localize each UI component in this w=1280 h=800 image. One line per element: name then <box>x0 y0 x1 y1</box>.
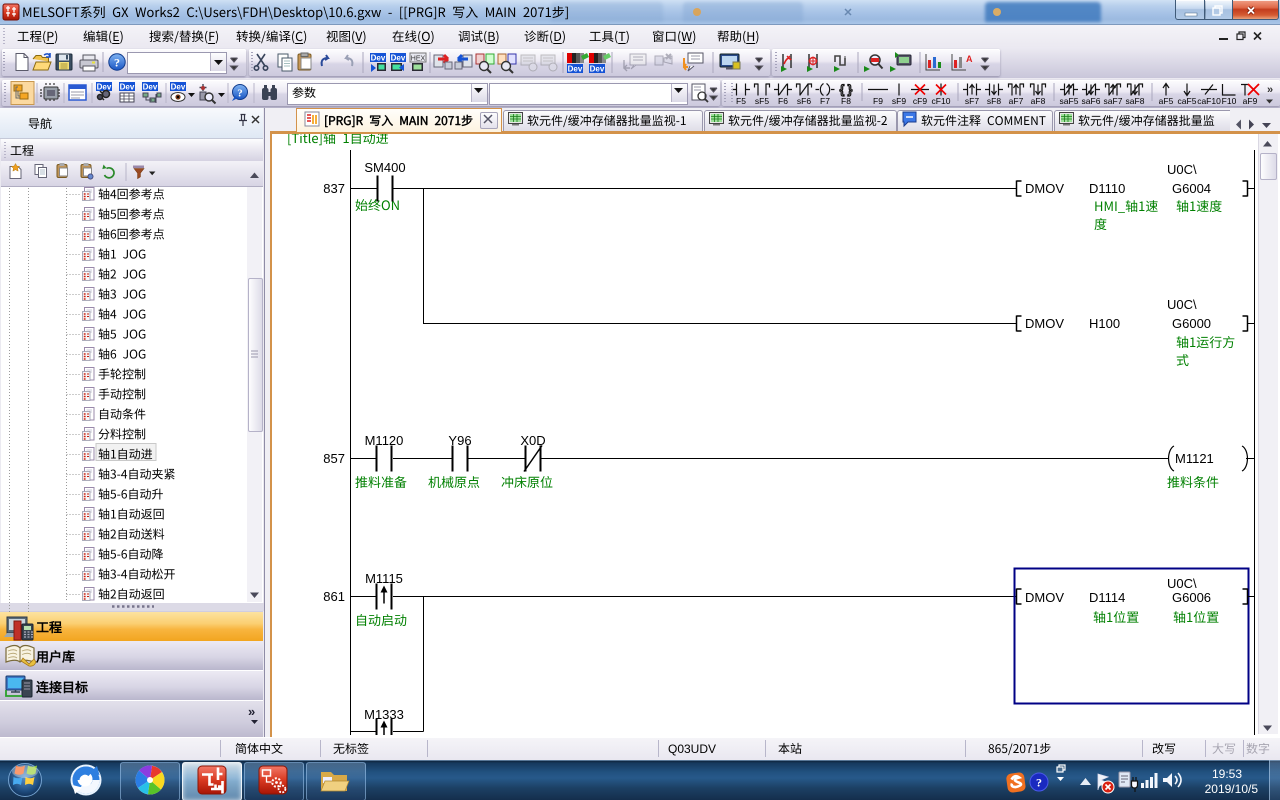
svg-text:837: 837 <box>323 181 345 196</box>
svg-text:G6004: G6004 <box>1172 181 1211 196</box>
svg-text:?: ? <box>1036 776 1042 790</box>
svg-text:caF5: caF5 <box>1178 96 1197 106</box>
svg-text:857: 857 <box>323 451 345 466</box>
svg-text:M1120: M1120 <box>365 433 404 448</box>
svg-text:aF5: aF5 <box>1159 96 1174 106</box>
svg-text:sF8: sF8 <box>987 96 1001 106</box>
svg-text:F7: F7 <box>820 96 830 106</box>
svg-text:?: ? <box>114 56 120 70</box>
svg-text:»: » <box>248 704 255 719</box>
svg-text:G6006: G6006 <box>1172 590 1211 605</box>
svg-text:»: » <box>1267 84 1273 96</box>
svg-text:D1110: D1110 <box>1089 181 1125 196</box>
svg-text:saF6: saF6 <box>1082 96 1101 106</box>
svg-text:F5: F5 <box>736 96 746 106</box>
svg-text:sF6: sF6 <box>797 96 811 106</box>
svg-text:M1333: M1333 <box>364 707 404 722</box>
svg-text:F9: F9 <box>873 96 883 106</box>
svg-text:sF7: sF7 <box>965 96 979 106</box>
svg-text:saF7: saF7 <box>1104 96 1123 106</box>
svg-text:DMOV: DMOV <box>1025 590 1064 605</box>
svg-text:saF5: saF5 <box>1060 96 1079 106</box>
svg-text:caF10: caF10 <box>1197 96 1221 106</box>
svg-text:aF9: aF9 <box>1243 96 1258 106</box>
svg-text:F8: F8 <box>841 96 851 106</box>
svg-text:DMOV: DMOV <box>1025 181 1064 196</box>
svg-text:saF8: saF8 <box>1126 96 1145 106</box>
svg-text:H100: H100 <box>1089 316 1120 331</box>
svg-text:F10: F10 <box>1222 96 1237 106</box>
svg-text:{ }: { } <box>840 83 853 97</box>
svg-text:U0C\: U0C\ <box>1167 297 1197 312</box>
svg-text:aF8: aF8 <box>1031 96 1046 106</box>
svg-text:cF10: cF10 <box>932 96 951 106</box>
svg-text:U0C\: U0C\ <box>1167 576 1197 591</box>
svg-text:M1121: M1121 <box>1175 451 1214 466</box>
svg-text:G6000: G6000 <box>1172 316 1211 331</box>
svg-text:HEX: HEX <box>411 56 426 63</box>
svg-text:2019/10/5: 2019/10/5 <box>1205 782 1259 796</box>
svg-text:M1115: M1115 <box>365 571 403 586</box>
svg-text:Q03UDV: Q03UDV <box>668 742 716 756</box>
svg-text:19:53: 19:53 <box>1212 767 1242 781</box>
svg-text:A: A <box>966 54 973 64</box>
svg-text:DMOV: DMOV <box>1025 316 1064 331</box>
svg-text:?: ? <box>237 88 243 100</box>
svg-text:SM400: SM400 <box>364 160 405 175</box>
svg-text:D1114: D1114 <box>1089 590 1125 605</box>
svg-text:861: 861 <box>323 589 345 604</box>
svg-text:sF5: sF5 <box>755 96 769 106</box>
svg-text:U0C\: U0C\ <box>1167 162 1197 177</box>
svg-text:sF9: sF9 <box>892 96 906 106</box>
svg-text:cF9: cF9 <box>913 96 927 106</box>
svg-text:aF7: aF7 <box>1009 96 1024 106</box>
svg-text:F6: F6 <box>778 96 788 106</box>
